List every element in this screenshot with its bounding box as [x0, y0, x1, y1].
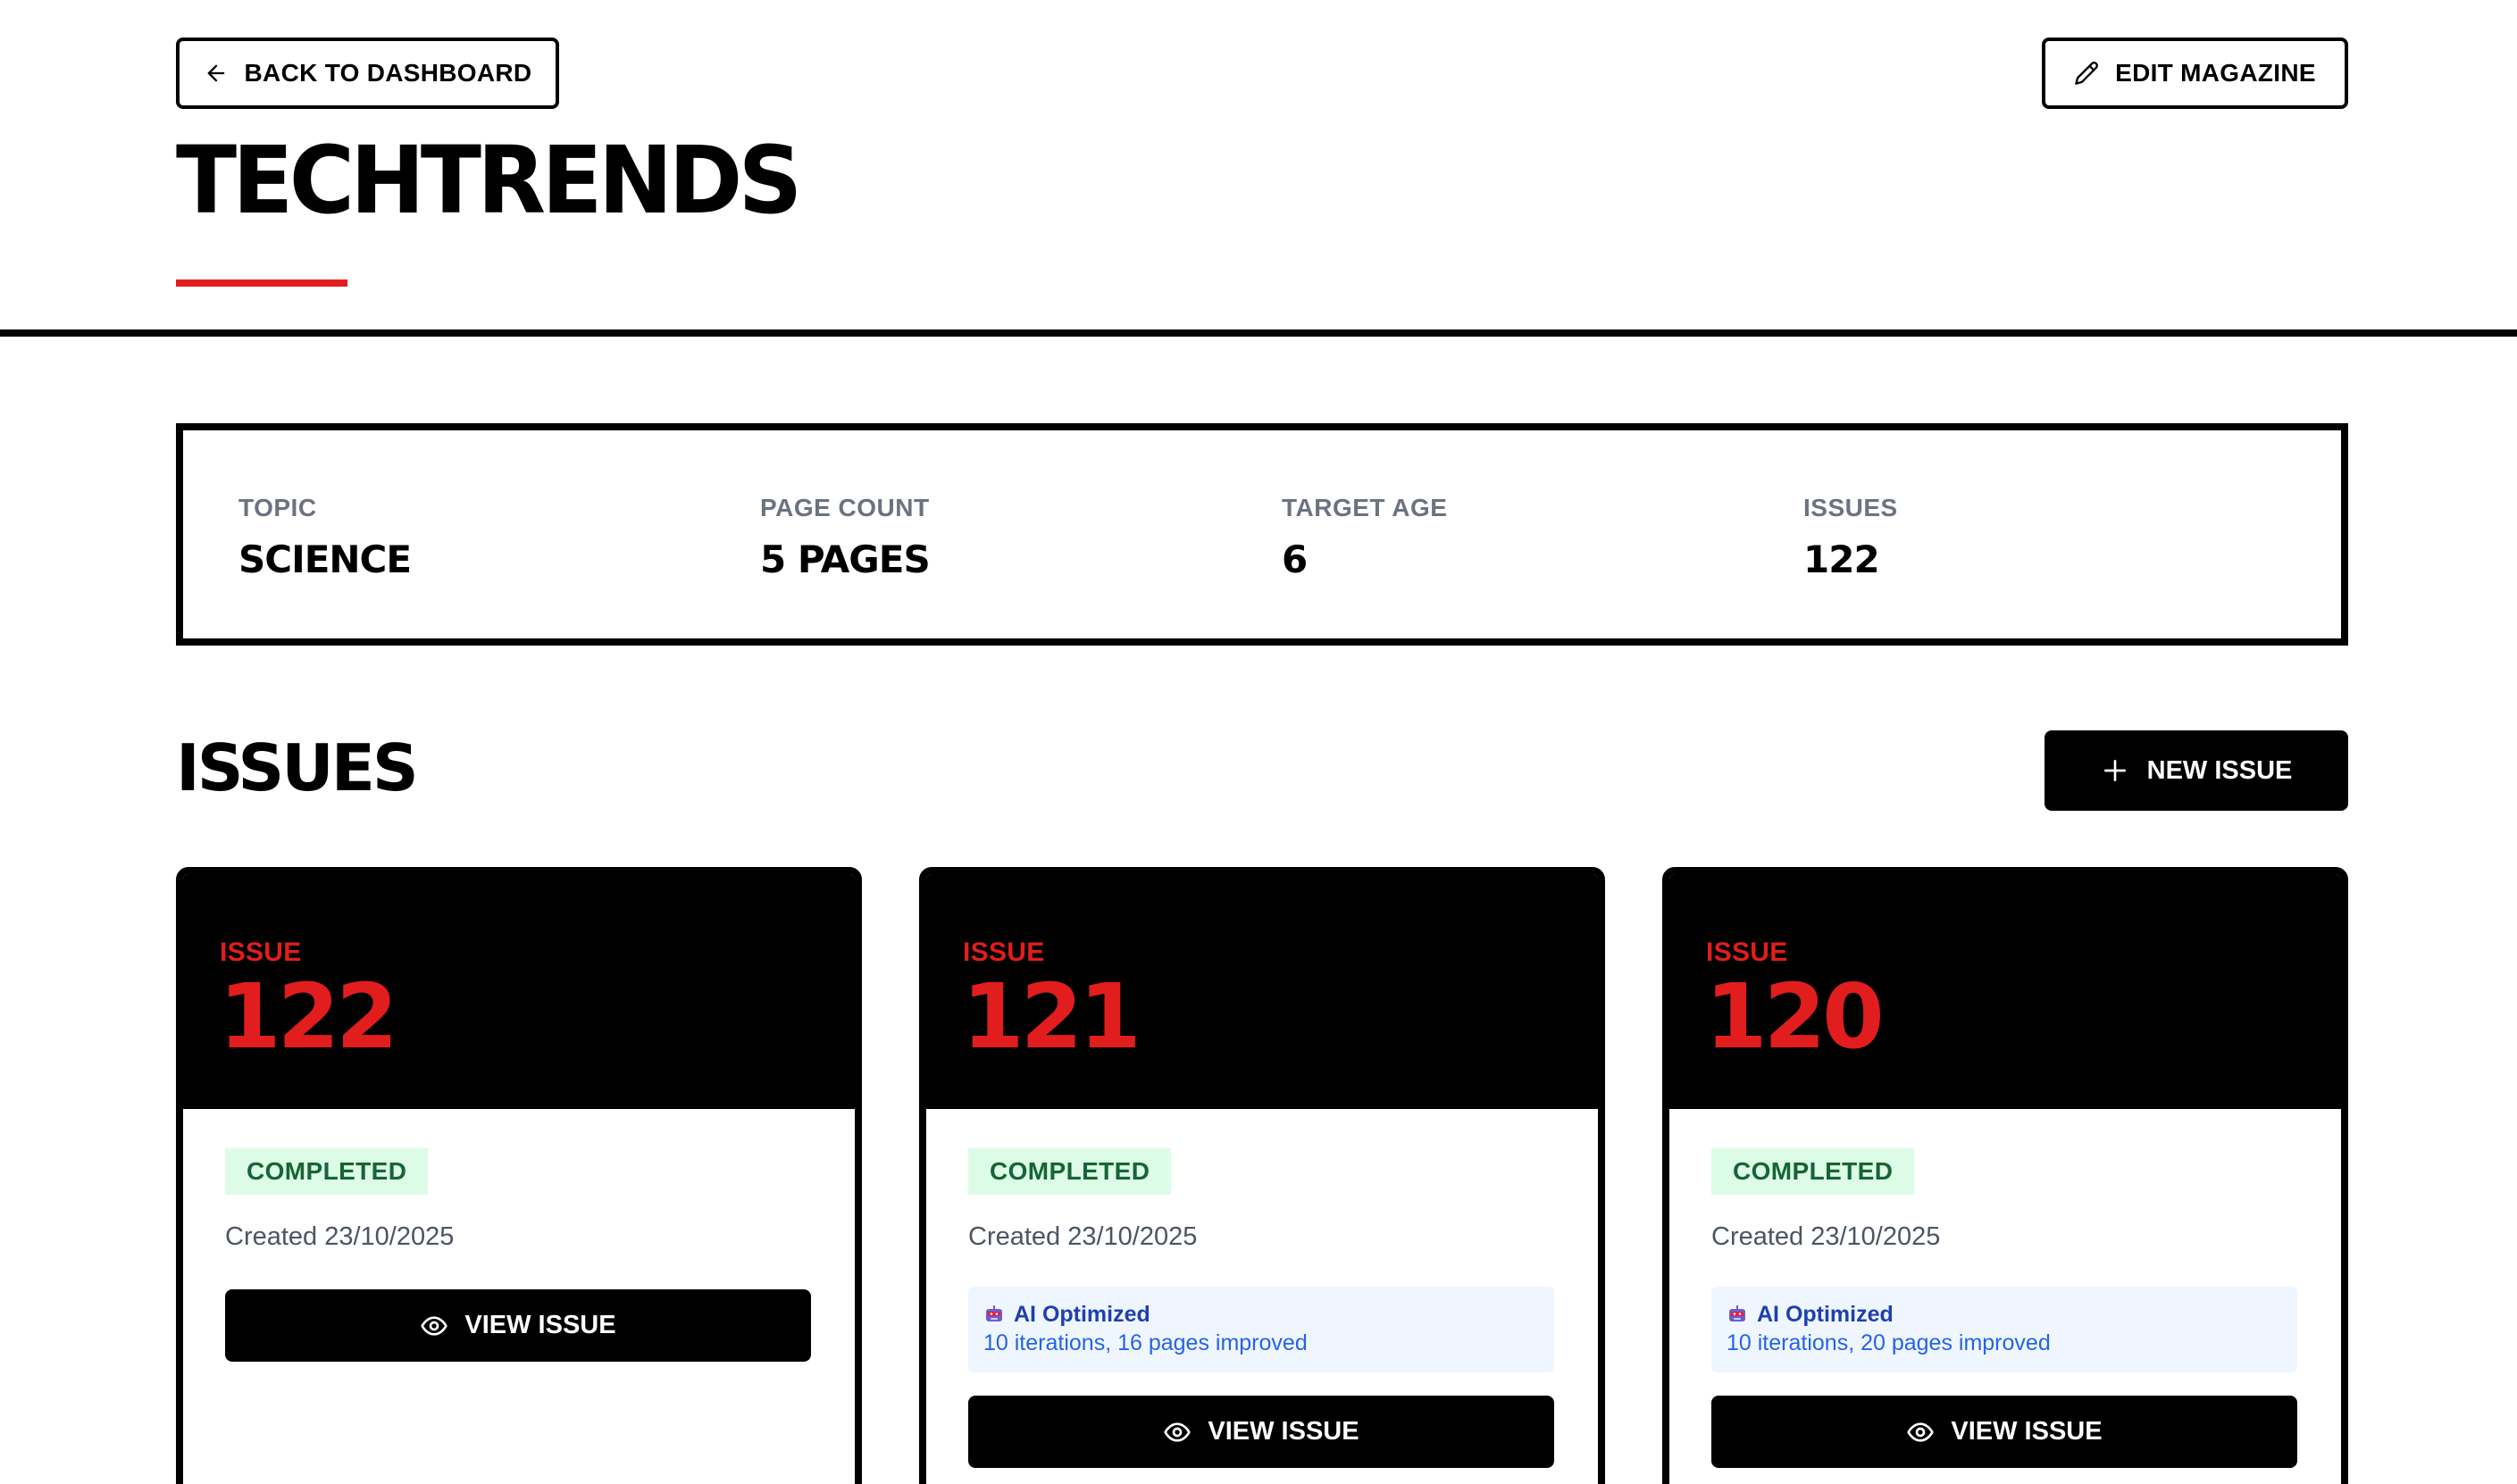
header-divider	[0, 329, 2517, 337]
issue-number: 121	[962, 964, 1141, 1069]
ai-optimized-title: AI Optimized	[1014, 1302, 1150, 1327]
status-badge: COMPLETED	[225, 1148, 429, 1195]
issue-card-header: ISSUE 120	[1669, 874, 2341, 1109]
robot-icon	[1729, 1305, 1745, 1321]
robot-icon	[986, 1305, 1002, 1321]
eye-icon	[1164, 1421, 1192, 1442]
info-target-age: TARGET AGE 6	[1282, 493, 1447, 582]
ai-optimized-description: 10 iterations, 20 pages improved	[1727, 1330, 2051, 1355]
issues-count-label: ISSUES	[1803, 494, 1898, 521]
ai-optimized-description: 10 iterations, 16 pages improved	[983, 1330, 1308, 1355]
ai-optimized-panel: AI Optimized 10 iterations, 20 pages imp…	[1711, 1287, 2297, 1372]
status-badge: COMPLETED	[1711, 1148, 1915, 1195]
created-date: Created 23/10/2025	[1711, 1222, 1941, 1251]
new-issue-button[interactable]: NEW ISSUE	[2045, 730, 2348, 811]
issue-number: 120	[1705, 964, 1885, 1069]
title-accent-bar	[176, 279, 347, 287]
target-age-label: TARGET AGE	[1282, 494, 1448, 521]
issue-card-header: ISSUE 122	[183, 874, 855, 1109]
issue-card: ISSUE 121 COMPLETED Created 23/10/2025 A…	[919, 867, 1605, 1484]
ai-optimized-panel: AI Optimized 10 iterations, 16 pages imp…	[968, 1287, 1554, 1372]
created-date: Created 23/10/2025	[225, 1222, 455, 1251]
eye-icon	[1907, 1421, 1935, 1442]
plus-icon	[2103, 760, 2126, 781]
magazine-title: TECHTRENDS	[176, 126, 802, 235]
issues-count-value: 122	[1803, 538, 1880, 581]
page-count-label: PAGE COUNT	[760, 494, 930, 521]
info-topic: TOPIC SCIENCE	[238, 493, 412, 582]
created-date: Created 23/10/2025	[968, 1222, 1198, 1251]
ai-optimized-title: AI Optimized	[1757, 1302, 1894, 1327]
magazine-info-panel: TOPIC SCIENCE PAGE COUNT 5 PAGES TARGET …	[176, 423, 2348, 646]
issue-card-header: ISSUE 121	[926, 874, 1598, 1109]
view-issue-button[interactable]: VIEW ISSUE	[1711, 1396, 2297, 1468]
issues-section-title: ISSUES	[176, 730, 419, 805]
view-issue-button[interactable]: VIEW ISSUE	[225, 1289, 811, 1362]
view-issue-button[interactable]: VIEW ISSUE	[968, 1396, 1554, 1468]
info-page-count: PAGE COUNT 5 PAGES	[760, 493, 931, 582]
pencil-icon	[2075, 62, 2099, 85]
page-count-value: 5 PAGES	[760, 538, 931, 581]
eye-icon	[421, 1315, 448, 1336]
edit-magazine-button[interactable]: EDIT MAGAZINE	[2042, 38, 2348, 109]
status-badge: COMPLETED	[968, 1148, 1172, 1195]
target-age-value: 6	[1282, 538, 1308, 581]
topic-label: TOPIC	[238, 494, 317, 521]
info-issues: ISSUES 122	[1803, 493, 1898, 582]
back-to-dashboard-label: BACK TO DASHBOARD	[244, 59, 532, 87]
edit-magazine-label: EDIT MAGAZINE	[2115, 59, 2316, 87]
issue-card: ISSUE 120 COMPLETED Created 23/10/2025 A…	[1662, 867, 2348, 1484]
view-issue-label: VIEW ISSUE	[1208, 1417, 1359, 1446]
view-issue-label: VIEW ISSUE	[464, 1311, 616, 1339]
new-issue-label: NEW ISSUE	[2146, 755, 2293, 785]
view-issue-label: VIEW ISSUE	[1951, 1417, 2103, 1446]
topic-value: SCIENCE	[238, 538, 412, 581]
back-to-dashboard-button[interactable]: BACK TO DASHBOARD	[176, 38, 559, 109]
arrow-left-icon	[207, 64, 224, 82]
issue-card: ISSUE 122 COMPLETED Created 23/10/2025 V…	[176, 867, 862, 1484]
issue-number: 122	[219, 964, 398, 1069]
